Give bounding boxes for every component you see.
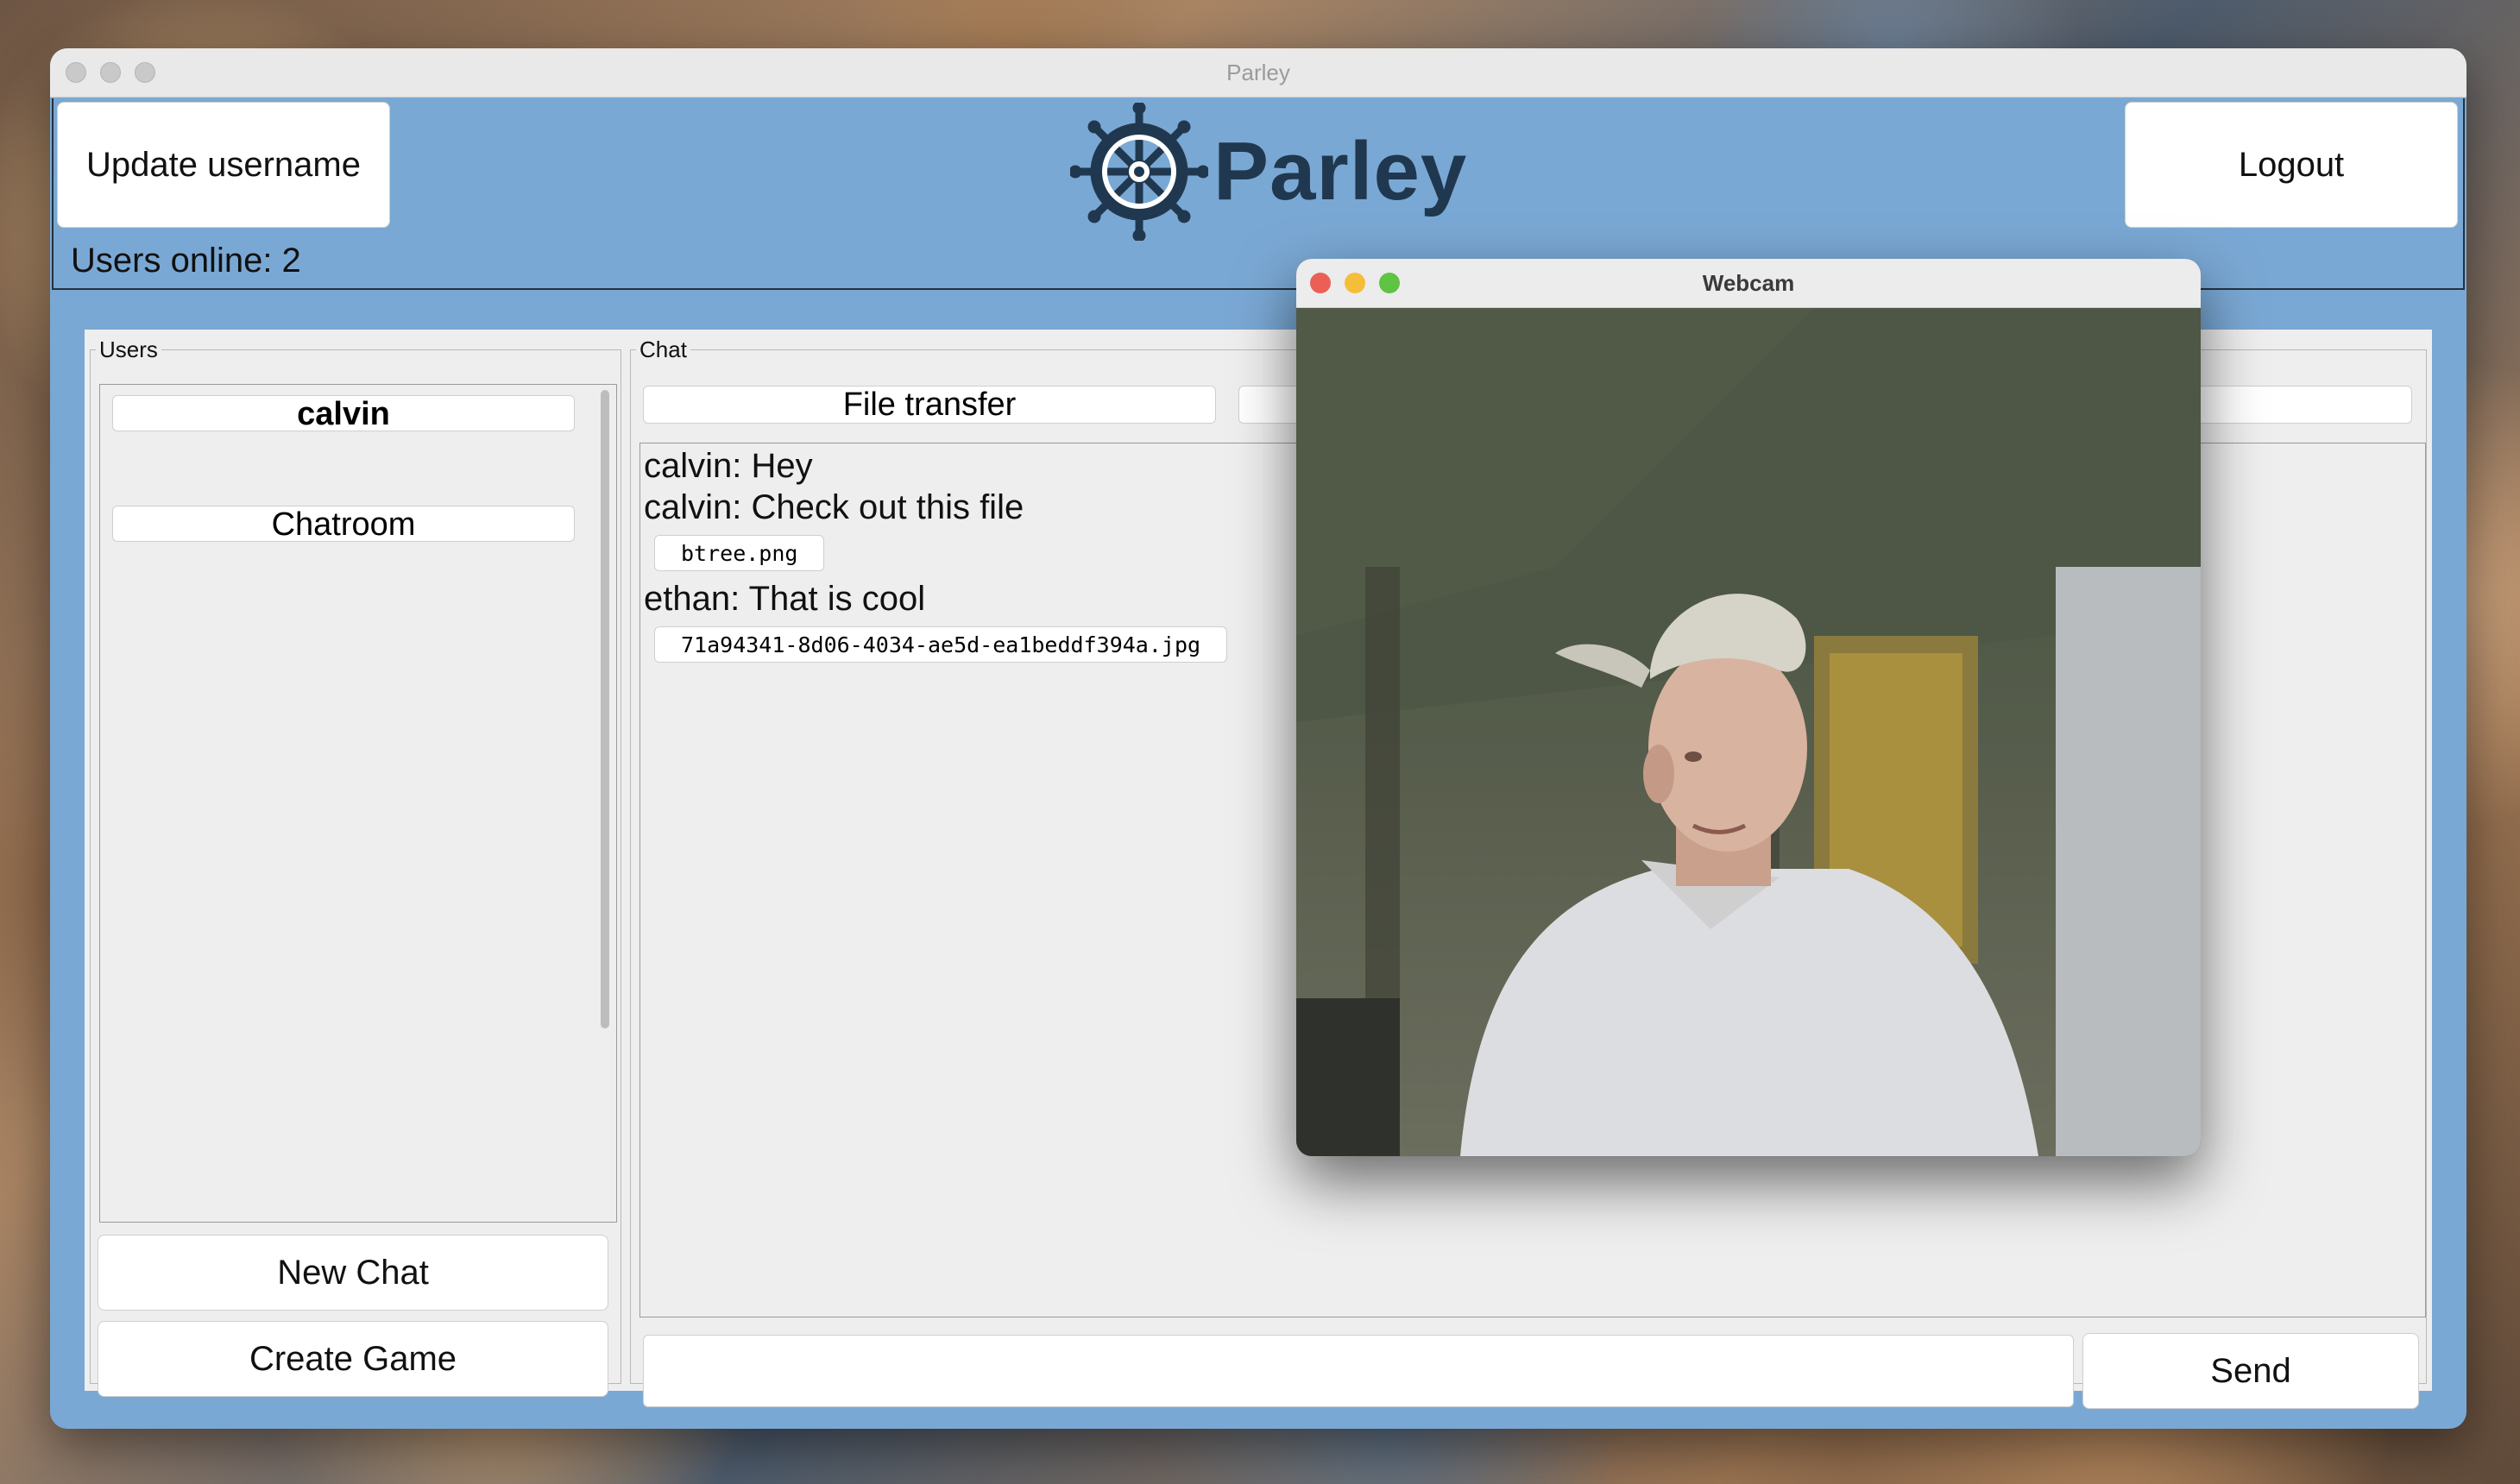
user-item-chatroom[interactable]: Chatroom: [112, 506, 575, 543]
logo-text: Parley: [1213, 125, 1468, 217]
send-button[interactable]: Send: [2082, 1333, 2419, 1409]
user-item-calvin[interactable]: calvin: [112, 395, 575, 432]
new-chat-button[interactable]: New Chat: [98, 1235, 608, 1311]
file-attachment-button[interactable]: 71a94341-8d06-4034-ae5d-ea1beddf394a.jpg: [654, 626, 1228, 663]
webcam-title: Webcam: [1702, 270, 1795, 296]
webcam-window-controls: [1310, 273, 1400, 293]
logout-button[interactable]: Logout: [2125, 102, 2458, 228]
users-panel: Users calvin Chatroom New Chat Create Ga…: [90, 336, 621, 1397]
window-titlebar[interactable]: Parley: [50, 48, 2466, 97]
users-list-scrollbar[interactable]: [601, 390, 609, 1028]
minimize-window-button[interactable]: [100, 62, 121, 83]
ship-wheel-icon: [1070, 103, 1208, 241]
chat-message: calvin: Check out this file: [644, 488, 1024, 526]
update-username-button[interactable]: Update username: [57, 102, 390, 228]
webcam-close-button[interactable]: [1310, 273, 1331, 293]
webcam-window: Webcam: [1296, 259, 2201, 1156]
chat-message: calvin: Hey: [644, 447, 813, 485]
users-panel-legend: Users: [99, 336, 158, 362]
users-online-count: Users online: 2: [71, 242, 301, 280]
message-input[interactable]: [643, 1335, 2074, 1407]
webcam-zoom-button[interactable]: [1379, 273, 1400, 293]
webcam-frame-image: [1296, 308, 2201, 1156]
window-title: Parley: [1226, 60, 1290, 85]
chat-message: ethan: That is cool: [644, 580, 926, 618]
tab-file-transfer[interactable]: File transfer: [643, 386, 1216, 424]
zoom-window-button[interactable]: [135, 62, 155, 83]
chat-panel-legend: Chat: [639, 336, 687, 362]
window-controls: [66, 62, 155, 83]
create-game-button[interactable]: Create Game: [98, 1321, 608, 1397]
webcam-video-feed: [1296, 308, 2201, 1156]
file-attachment-button[interactable]: btree.png: [654, 535, 825, 571]
webcam-titlebar[interactable]: Webcam: [1296, 259, 2201, 308]
users-list: calvin Chatroom: [99, 384, 617, 1223]
close-window-button[interactable]: [66, 62, 86, 83]
parley-logo: Parley: [1070, 98, 1467, 245]
webcam-minimize-button[interactable]: [1345, 273, 1365, 293]
